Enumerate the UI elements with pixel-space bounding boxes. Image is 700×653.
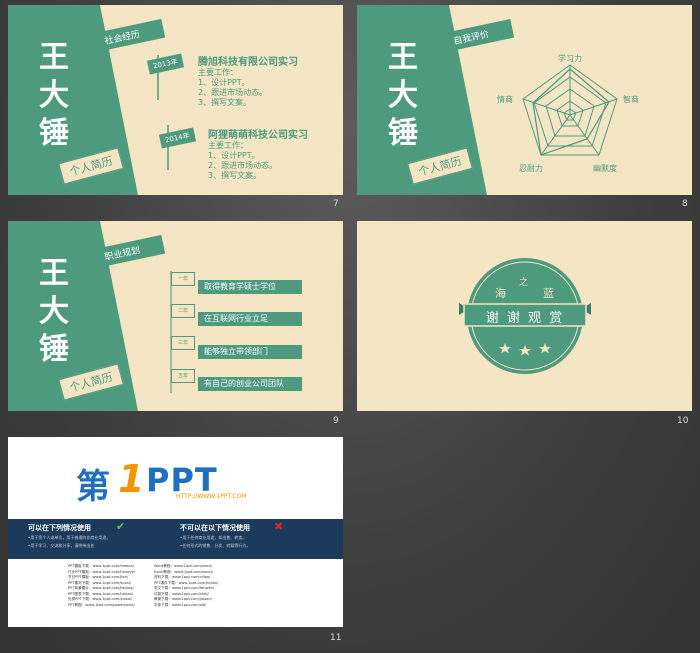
- company-name: 腾旭科技有限公司实习: [198, 57, 298, 68]
- name-char-2: 大: [39, 78, 69, 113]
- entry-2013: 腾旭科技有限公司实习 主要工作： 1、设计PPT。 2、跟进市场动态。 3、撰写…: [198, 53, 338, 108]
- usage-banner: 可以在下列情况使用 ✔ •用于您个人或单位，用于普通的非商业用途。 •用于学习、…: [8, 519, 343, 559]
- check-icon: ✔: [116, 520, 126, 533]
- name-char-1: 王: [39, 40, 69, 75]
- slide-10[interactable]: 海 之 蓝 谢 谢 观 赏: [357, 221, 692, 411]
- work-item: 3、撰写文案。: [198, 98, 252, 107]
- can-use-line: •用于您个人或单位，用于普通的非商业用途。: [28, 535, 111, 540]
- plan-year: 二年: [171, 304, 195, 318]
- logo-first-char: 第: [76, 467, 110, 507]
- links-right-list: Word教程：www.1ppt.com/word/ Excel教程：www.1p…: [154, 564, 244, 608]
- can-use-title: 可以在下列情况使用: [28, 524, 91, 532]
- can-use-line: •用于学习、交流和分享，请附带出处: [28, 543, 95, 548]
- cannot-use-line: •用于任何商业用途，如出售、转卖。: [180, 535, 247, 540]
- seal-char: 海: [495, 287, 506, 300]
- resource-link[interactable]: 字体下载：www.1ppt.com/ziti/: [154, 603, 244, 609]
- links-left-list: PPT模板下载：www.1ppt.com/moban/ 行业PPT模板：www.…: [68, 564, 158, 608]
- slide-11[interactable]: 第 1 PPT HTTP://WWW.1PPT.COM 可以在下列情况使用 ✔ …: [8, 437, 343, 627]
- work-item: 1、设计PPT。: [198, 78, 250, 87]
- radar-label-humor: 幽默度: [593, 164, 617, 173]
- name-char-1: 王: [39, 256, 69, 291]
- plan-year: 一年: [171, 272, 195, 286]
- plan-bar: 能够独立带领部门: [198, 345, 302, 359]
- work-label: 主要工作：: [208, 141, 248, 150]
- work-item: 1、设计PPT。: [208, 151, 260, 160]
- seal-char: 之: [519, 278, 529, 288]
- plan-year: 五年: [171, 369, 195, 383]
- plan-bar: 有自己的创业公司团队: [198, 377, 302, 391]
- plan-bar: 在互联网行业立足: [198, 312, 302, 326]
- seal-char: 蓝: [543, 287, 554, 300]
- radar-label-learning: 学习力: [558, 54, 582, 63]
- name-char-3: 锤: [39, 332, 69, 367]
- name-char-2: 大: [39, 294, 69, 329]
- plan-bar: 取得教育学硕士学位: [198, 280, 302, 294]
- slide-9[interactable]: 王 大 锤 个人简历 职业规划 一年 取得教育学硕士学位 二年 在互联网行业立足…: [8, 221, 343, 411]
- name-char-3: 锤: [39, 116, 69, 151]
- work-item: 2、跟进市场动态。: [208, 161, 278, 170]
- thank-you-text: 谢 谢 观 赏: [485, 311, 565, 326]
- logo-one: 1: [118, 457, 145, 501]
- company-name: 阿狸萌萌科技公司实习: [208, 130, 308, 141]
- slide-8[interactable]: 王 大 锤 个人简历 自我评价 学习力 智商 幽默度 忍耐力 情商: [357, 5, 692, 195]
- work-item: 2、跟进市场动态。: [198, 88, 268, 97]
- slide-number: 9: [333, 416, 339, 426]
- slide-number: 8: [682, 199, 688, 209]
- slide-number: 10: [677, 416, 689, 426]
- work-label: 主要工作：: [198, 68, 238, 77]
- slide-number: 7: [333, 199, 339, 209]
- slide-7[interactable]: 王 大 锤 个人简历 社会经历 2013年 腾旭科技有限公司实习 主要工作： 1…: [8, 5, 343, 195]
- plan-year: 三年: [171, 336, 195, 350]
- radar-label-iq: 智商: [623, 95, 639, 104]
- logo-url: HTTP://WWW.1PPT.COM: [176, 493, 247, 500]
- slide-number: 11: [330, 633, 342, 643]
- cannot-use-line: •任何形式的销售、分发、转载等行为。: [180, 543, 251, 548]
- work-item: 3、撰写文案。: [208, 171, 262, 180]
- cannot-use-title: 不可以在以下情况使用: [180, 524, 250, 532]
- radar-label-patience: 忍耐力: [519, 164, 543, 173]
- radar-label-eq: 情商: [497, 95, 513, 104]
- cross-icon: ✖: [274, 520, 284, 533]
- entry-2014: 阿狸萌萌科技公司实习 主要工作： 1、设计PPT。 2、跟进市场动态。 3、撰写…: [208, 126, 343, 181]
- resource-link[interactable]: PPT教程：www.1ppt.com/powerpoint/: [68, 603, 158, 609]
